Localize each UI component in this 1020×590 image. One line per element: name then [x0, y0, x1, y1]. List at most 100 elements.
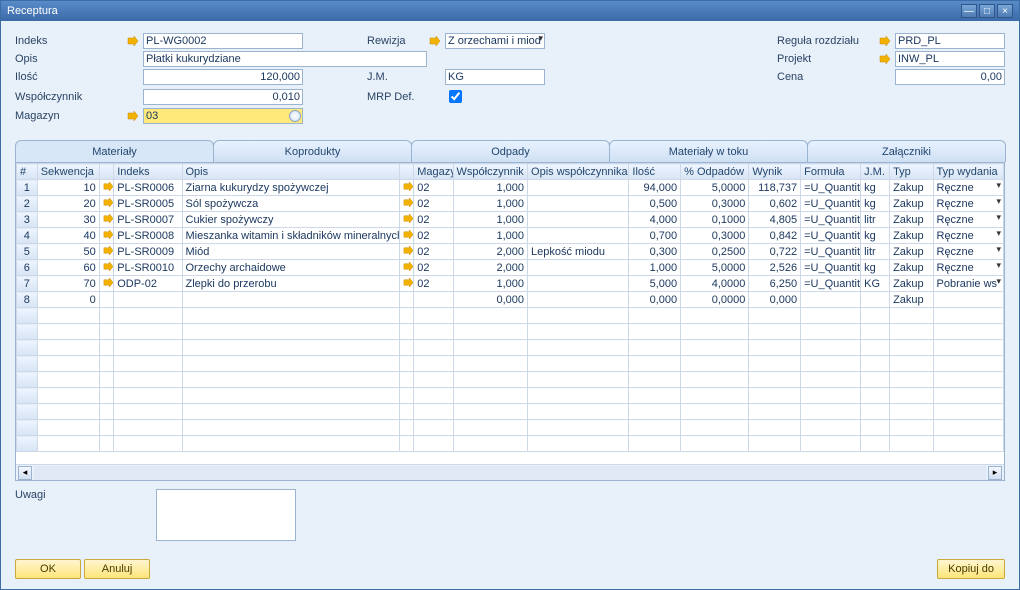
cell-opis[interactable]: Sól spożywcza	[182, 196, 399, 212]
cell-magazyn[interactable]: 02	[414, 244, 453, 260]
cell-opis[interactable]: Orzechy archaidowe	[182, 260, 399, 276]
empty-cell[interactable]	[182, 420, 399, 436]
empty-cell[interactable]	[99, 308, 113, 324]
cell-wsp[interactable]: 1,000	[453, 196, 527, 212]
regula-field[interactable]	[895, 33, 1005, 49]
empty-cell[interactable]	[37, 388, 99, 404]
empty-cell[interactable]	[749, 372, 801, 388]
empty-cell[interactable]	[933, 356, 1004, 372]
cell-jm[interactable]: litr	[861, 212, 890, 228]
empty-cell[interactable]	[681, 308, 749, 324]
link-arrow-icon[interactable]	[399, 292, 413, 308]
empty-cell[interactable]	[414, 436, 453, 452]
cell-opis-wsp[interactable]	[528, 180, 629, 196]
tab-materialy[interactable]: Materiały	[15, 140, 214, 162]
cell-typ[interactable]: Zakup	[890, 180, 933, 196]
cell-magazyn[interactable]: 02	[414, 212, 453, 228]
empty-cell[interactable]	[861, 420, 890, 436]
empty-cell[interactable]	[528, 324, 629, 340]
cell-opis[interactable]: Ziarna kukurydzy spożywczej	[182, 180, 399, 196]
cell-odpady[interactable]: 0,1000	[681, 212, 749, 228]
empty-cell[interactable]	[681, 404, 749, 420]
empty-cell[interactable]	[681, 356, 749, 372]
empty-cell[interactable]	[629, 436, 681, 452]
column-header[interactable]: J.M.	[861, 164, 890, 180]
empty-cell[interactable]	[629, 308, 681, 324]
empty-cell[interactable]	[861, 388, 890, 404]
cell-ilosc[interactable]: 4,000	[629, 212, 681, 228]
row-number[interactable]: 5	[17, 244, 38, 260]
projekt-field[interactable]	[895, 51, 1005, 67]
empty-cell[interactable]	[933, 372, 1004, 388]
cell-wynik[interactable]: 6,250	[749, 276, 801, 292]
link-arrow-icon[interactable]	[99, 260, 113, 276]
cell-opis-wsp[interactable]	[528, 196, 629, 212]
cell-jm[interactable]: KG	[861, 276, 890, 292]
link-arrow-icon[interactable]	[99, 276, 113, 292]
cell-seq[interactable]: 70	[37, 276, 99, 292]
column-header[interactable]: Indeks	[114, 164, 182, 180]
column-header[interactable]: % Odpadów	[681, 164, 749, 180]
empty-cell[interactable]	[681, 436, 749, 452]
cell-magazyn[interactable]	[414, 292, 453, 308]
cell-typ-wydania[interactable]: Ręczne	[933, 180, 1004, 196]
empty-cell[interactable]	[933, 324, 1004, 340]
empty-cell[interactable]	[453, 436, 527, 452]
empty-cell[interactable]	[99, 340, 113, 356]
column-header[interactable]: Typ	[890, 164, 933, 180]
table-row[interactable]: 330PL-SR0007Cukier spożywczy021,0004,000…	[17, 212, 1004, 228]
table-row[interactable]	[17, 388, 1004, 404]
empty-cell[interactable]	[414, 372, 453, 388]
cell-formula[interactable]	[801, 292, 861, 308]
cell-odpady[interactable]: 0,3000	[681, 196, 749, 212]
empty-cell[interactable]	[114, 356, 182, 372]
empty-cell[interactable]	[861, 436, 890, 452]
link-arrow-icon[interactable]	[99, 244, 113, 260]
empty-cell[interactable]	[182, 324, 399, 340]
cell-odpady[interactable]: 0,2500	[681, 244, 749, 260]
cell-opis[interactable]: Miód	[182, 244, 399, 260]
empty-cell[interactable]	[749, 340, 801, 356]
cell-indeks[interactable]: PL-SR0007	[114, 212, 182, 228]
empty-cell[interactable]	[99, 388, 113, 404]
link-arrow-icon[interactable]	[99, 180, 113, 196]
indeks-field[interactable]	[143, 33, 303, 49]
cell-typ[interactable]: Zakup	[890, 292, 933, 308]
empty-cell[interactable]	[528, 356, 629, 372]
cell-jm[interactable]: kg	[861, 180, 890, 196]
link-arrow-icon[interactable]	[99, 292, 113, 308]
empty-cell[interactable]	[801, 436, 861, 452]
column-header[interactable]	[399, 164, 413, 180]
tab-zalaczniki[interactable]: Załączniki	[807, 140, 1006, 162]
link-arrow-icon[interactable]	[399, 276, 413, 292]
ilosc-field[interactable]	[143, 69, 303, 85]
empty-cell[interactable]	[114, 420, 182, 436]
cell-indeks[interactable]	[114, 292, 182, 308]
empty-cell[interactable]	[629, 324, 681, 340]
link-arrow-icon[interactable]	[99, 212, 113, 228]
cell-odpady[interactable]: 5,0000	[681, 260, 749, 276]
link-arrow-icon[interactable]	[399, 244, 413, 260]
cell-typ[interactable]: Zakup	[890, 244, 933, 260]
link-arrow-icon[interactable]	[99, 196, 113, 212]
cell-indeks[interactable]: PL-SR0008	[114, 228, 182, 244]
column-header[interactable]: Formuła	[801, 164, 861, 180]
cancel-button[interactable]: Anuluj	[84, 559, 150, 579]
cell-formula[interactable]: =U_Quantity	[801, 260, 861, 276]
row-number[interactable]	[17, 372, 38, 388]
cell-typ[interactable]: Zakup	[890, 276, 933, 292]
close-button[interactable]: ×	[997, 4, 1013, 18]
row-number[interactable]: 8	[17, 292, 38, 308]
empty-cell[interactable]	[749, 308, 801, 324]
empty-cell[interactable]	[890, 324, 933, 340]
cell-wynik[interactable]: 0,722	[749, 244, 801, 260]
cell-magazyn[interactable]: 02	[414, 180, 453, 196]
cell-typ-wydania[interactable]: Ręczne	[933, 244, 1004, 260]
column-header[interactable]: Typ wydania	[933, 164, 1004, 180]
cell-ilosc[interactable]: 0,300	[629, 244, 681, 260]
link-arrow-icon[interactable]	[879, 35, 891, 47]
empty-cell[interactable]	[528, 436, 629, 452]
cell-indeks[interactable]: ODP-02	[114, 276, 182, 292]
link-arrow-icon[interactable]	[127, 35, 139, 47]
cell-opis[interactable]: Mieszanka witamin i składników mineralny…	[182, 228, 399, 244]
